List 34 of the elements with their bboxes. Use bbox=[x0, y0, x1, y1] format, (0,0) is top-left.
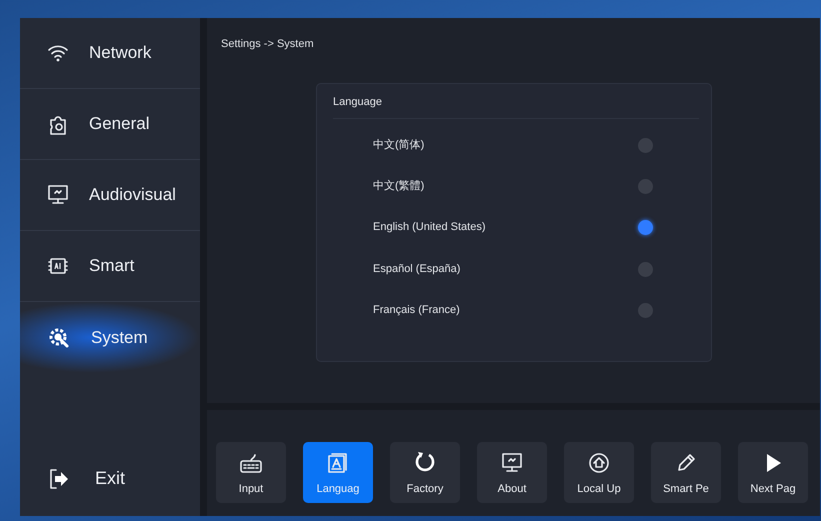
language-option[interactable]: English (United States) bbox=[373, 219, 486, 236]
language-option[interactable]: 中文(简体) bbox=[373, 136, 424, 154]
language-option[interactable]: Español (España) bbox=[373, 260, 460, 278]
circular-arrow-icon bbox=[413, 450, 437, 474]
sidebar-item[interactable]: Smart bbox=[20, 231, 200, 302]
pencil-icon bbox=[675, 452, 697, 474]
radio-button[interactable] bbox=[638, 302, 653, 318]
toolbar-button[interactable]: Factory bbox=[390, 442, 460, 503]
radio-button[interactable] bbox=[638, 262, 653, 277]
monitor-icon bbox=[47, 184, 69, 206]
radio-button[interactable] bbox=[638, 178, 653, 194]
keyboard-icon bbox=[239, 452, 263, 474]
toolbar-button[interactable]: Local Up bbox=[564, 442, 634, 503]
toolbar-button[interactable]: Languag bbox=[303, 442, 373, 503]
ai-chip-icon bbox=[47, 255, 69, 277]
monitor-icon bbox=[501, 452, 523, 474]
exit-icon bbox=[47, 466, 71, 490]
sidebar-item[interactable]: General bbox=[20, 89, 200, 160]
card-title: Language bbox=[333, 94, 699, 118]
toolbar-button[interactable]: Next Pag bbox=[738, 442, 808, 503]
radio-button[interactable] bbox=[638, 220, 653, 236]
wifi-icon bbox=[47, 44, 69, 62]
breadcrumb: Settings -> System bbox=[221, 37, 315, 52]
sidebar-item[interactable]: Network bbox=[20, 18, 200, 89]
radio-button[interactable] bbox=[638, 138, 653, 153]
language-option[interactable]: Français (France) bbox=[373, 302, 460, 319]
letter-a-icon bbox=[327, 452, 349, 474]
toolbar-button[interactable]: Input bbox=[216, 442, 286, 503]
language-option[interactable]: 中文(繁體) bbox=[373, 178, 424, 195]
gear-wrench-icon bbox=[47, 326, 71, 350]
sidebar-item[interactable]: Audiovisual bbox=[20, 160, 200, 231]
toolbar-button[interactable]: About bbox=[477, 442, 547, 503]
exit-button[interactable]: Exit bbox=[20, 441, 200, 516]
toolbar-button[interactable]: Smart Pe bbox=[651, 442, 721, 503]
